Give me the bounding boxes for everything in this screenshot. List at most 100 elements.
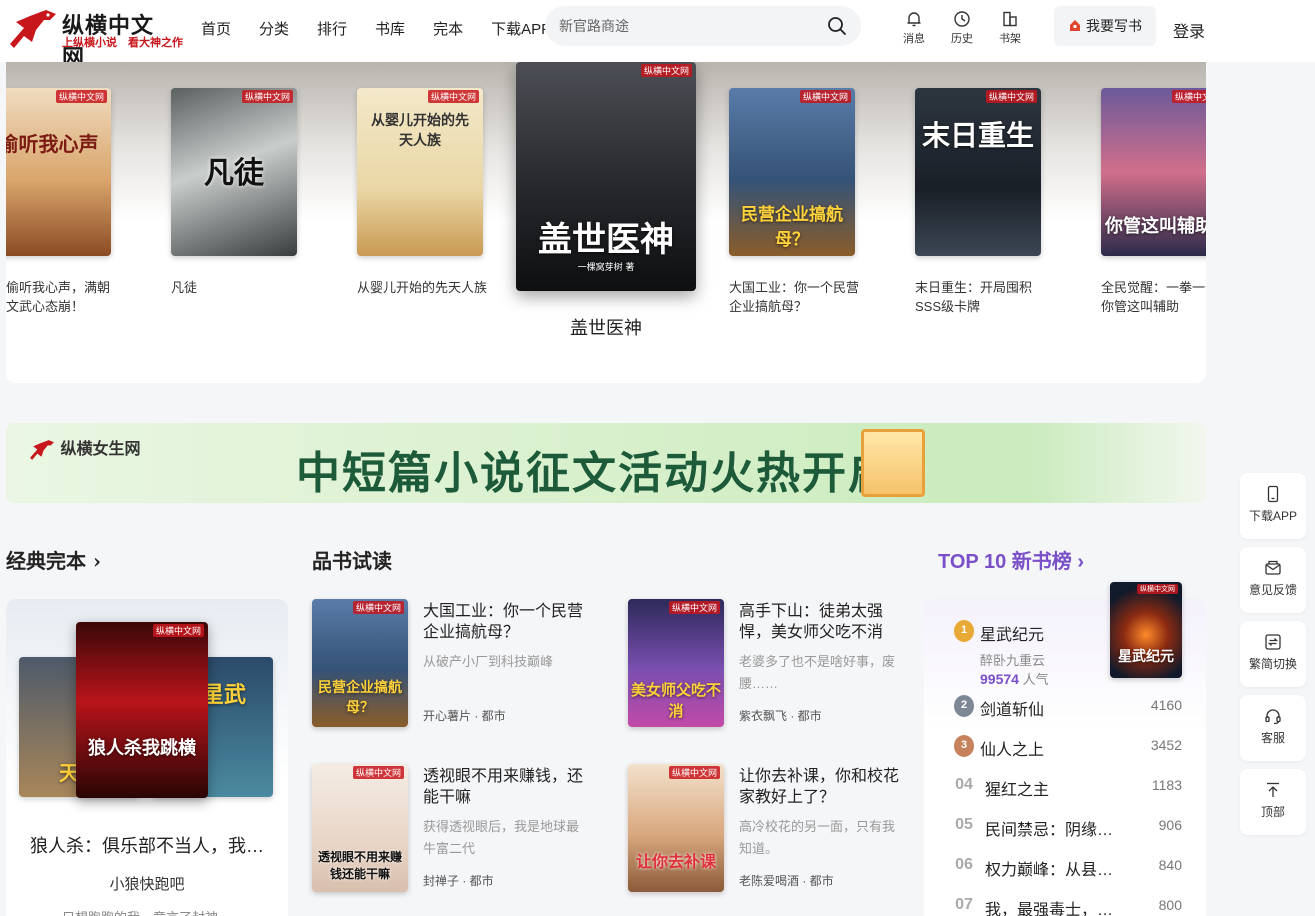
trial-book-meta: 开心薯片 · 都市 [423,709,506,723]
rank-book-value: 1183 [1151,777,1182,793]
carousel-active-title: 盖世医神 [570,318,642,338]
side-feedback-label: 意见反馈 [1248,583,1297,597]
bookshelf-label: 书架 [999,33,1021,45]
gold-medal-icon: 1 [954,620,974,642]
rank-book-name: 我，最强毒士，… [985,902,1114,916]
side-feedback-button[interactable]: 意见反馈 [1240,547,1306,613]
rank-1-author: 醉卧九重云 [980,653,1046,668]
trial-book-title: 大国工业：你一个民营企业搞航母？ [423,603,584,641]
rank-1-popularity-unit: 人气 [1022,672,1049,687]
nav-home[interactable]: 首页 [201,18,231,39]
classic-book-card[interactable]: 天才 龍星武 纵横中文网 狼人杀我跳横 狼人杀：俱乐部不当人，我跳横 小狼快跑吧… [6,599,288,916]
search-icon[interactable] [827,16,847,36]
nav-download-app[interactable]: 下载APP [491,18,551,39]
cover-badge: 纵横中文网 [1137,584,1178,594]
trial-book-1[interactable]: 纵横中文网 民营企业搞航母？ 大国工业：你一个民营企业搞航母？ 从破产小厂到科技… [312,599,602,729]
cover-title: 从婴儿开始的先天人族 [371,113,469,149]
side-back-to-top-label: 顶部 [1260,805,1285,819]
book-cover: 纵横中文网 美女师父吃不消 [628,599,724,727]
book-cover: 纵横中文网 让你去补课 [628,764,724,892]
phone-icon [1267,485,1279,503]
cover-badge: 纵横中文网 [799,90,851,103]
rank-book-name: 仙人之上 [980,742,1045,759]
trial-book-meta: 老陈爱喝酒 · 都市 [739,874,834,888]
nav-ranking[interactable]: 排行 [317,18,347,39]
cover-badge: 纵横中文网 [640,64,692,77]
rank-book-name: 星武纪元 [980,627,1045,644]
cover-author: 一棵窝芽树 著 [577,263,635,273]
headset-icon [1265,709,1281,725]
contest-banner[interactable]: 纵横女生网 中短篇小说征文活动火热开启 [6,423,1206,503]
cover-badge: 纵横中文网 [352,601,404,614]
logo-slogan: 上纵横小说 看大神之作 [62,37,183,49]
cover-title: 偷听我心声 [6,132,99,156]
site-logo[interactable]: 纵横中文网 上纵横小说 看大神之作 [6,4,183,71]
cover-badge: 纵横中文网 [985,90,1037,103]
cover-badge: 纵横中文网 [55,90,107,103]
arrow-up-icon [1267,782,1279,797]
history-button[interactable]: 历史 [947,10,977,46]
rank-item-1[interactable]: 1 星武纪元 [954,620,1182,644]
bell-icon [907,12,921,27]
top-header: 纵横中文网 上纵横小说 看大神之作 首页 分类 排行 书库 完本 下载APP 消… [0,0,1315,71]
switch-icon [1265,634,1281,650]
classic-section-title[interactable]: 经典完本 › [6,545,101,574]
chevron-right-icon: › [92,549,101,573]
bookshelf-button[interactable]: 书架 [995,10,1025,46]
search-input[interactable] [559,6,809,46]
cover-title: 你管这叫辅助 [1105,216,1206,237]
mail-icon [1265,560,1281,575]
banner-logo: 纵横女生网 [28,435,140,462]
nav-library[interactable]: 书库 [375,18,405,39]
main-nav: 首页 分类 排行 书库 完本 下载APP [201,18,579,39]
nav-category[interactable]: 分类 [259,18,289,39]
rank-item-5[interactable]: 05 民间禁忌：阴缘… 906 [954,815,1182,839]
nav-finished[interactable]: 完本 [433,18,463,39]
cover-badge: 纵横中文网 [668,601,720,614]
rank-item-7[interactable]: 07 我，最强毒士，… 800 [954,895,1182,916]
cover-badge: 纵横中文网 [241,90,293,103]
trial-book-title: 高手下山：徒弟太强悍，美女师父吃不消 [739,603,884,641]
top10-section-title[interactable]: TOP 10 新书榜 › [938,545,1084,574]
cover-badge: 纵横中文网 [352,766,404,779]
side-traditional-simplified-button[interactable]: 繁简切换 [1240,621,1306,687]
trial-book-2[interactable]: 纵横中文网 美女师父吃不消 高手下山：徒弟太强悍，美女师父吃不消 老婆多了也不是… [628,599,918,729]
rank-item-4[interactable]: 04 猩红之主 1183 [954,775,1182,799]
rank-item-6[interactable]: 06 权力巅峰：从县… 840 [954,855,1182,879]
banner-logo-text: 纵横女生网 [60,441,141,458]
cover-title: 透视眼不用来赚钱还能干嘛 [317,850,402,881]
featured-carousel: 纵横中文网 偷听我心声 偷听我心声，满朝文武心态崩！ 纵横中文网 凡徒 凡徒 纵… [6,62,1206,383]
trial-book-4[interactable]: 纵横中文网 让你去补课 让你去补课，你和校花家教好上了？ 高冷校花的另一面，只有… [628,764,918,894]
horse-logo-icon [10,10,56,48]
cover-badge: 纵横中文网 [427,90,479,103]
pen-icon [1070,20,1080,31]
side-download-app-label: 下载APP [1248,509,1297,523]
rank-number: 05 [955,816,973,833]
cover-title: 民营企业搞航母？ [741,205,843,250]
side-traditional-simplified-label: 繁简切换 [1248,657,1297,671]
rank-item-3[interactable]: 3 仙人之上 3452 [954,735,1182,759]
rank-book-name: 权力巅峰：从县… [985,862,1114,879]
search-box [545,6,861,46]
book-cover: 纵横中文网 末日重生 [915,88,1041,256]
rank-item-2[interactable]: 2 剑道斩仙 4160 [954,695,1182,719]
carousel-book-title: 全民觉醒：一拳一个，你管这叫辅助 [1101,280,1206,314]
rank-book-value: 800 [1158,897,1182,913]
carousel-book-title: 凡徒 [171,280,198,295]
trial-book-3[interactable]: 纵横中文网 透视眼不用来赚钱还能干嘛 透视眼不用来赚钱，还能干嘛 获得透视眼后，… [312,764,602,894]
trial-book-title: 让你去补课，你和校花家教好上了？ [739,768,900,806]
side-customer-service-button[interactable]: 客服 [1240,695,1306,761]
side-download-app-button[interactable]: 下载APP [1240,473,1306,539]
trial-book-desc: 高冷校花的另一面，只有我知道。 [739,819,896,856]
side-back-to-top-button[interactable]: 顶部 [1240,769,1306,835]
rank-book-name: 猩红之主 [985,782,1050,799]
write-book-button[interactable]: 我要写书 [1054,6,1156,46]
login-link[interactable]: 登录 [1173,18,1205,42]
rank-1-popularity: 99574 人气 [980,669,1049,688]
rank-number: 06 [955,856,973,873]
rank-book-value: 906 [1158,817,1182,833]
bookshelf-icon [1003,11,1017,27]
classic-book-title: 狼人杀：俱乐部不当人，我跳横 [30,836,270,856]
messages-button[interactable]: 消息 [899,10,929,46]
cover-badge: 纵横中文网 [152,624,204,637]
